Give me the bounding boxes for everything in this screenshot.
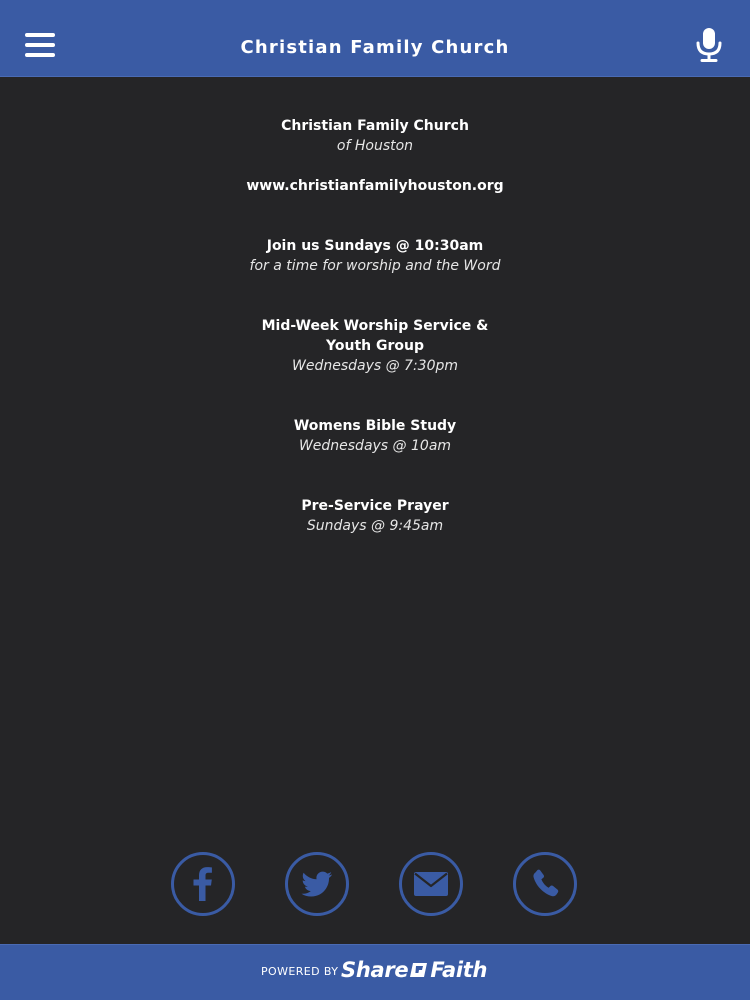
- website-block[interactable]: www.christianfamilyhouston.org: [0, 176, 750, 196]
- event-title-line2: Youth Group: [326, 338, 424, 354]
- event-midweek-service: Mid-Week Worship Service & Youth Group W…: [0, 316, 750, 376]
- microphone-icon[interactable]: [693, 26, 725, 64]
- event-womens-bible-study: Womens Bible Study Wednesdays @ 10am: [0, 416, 750, 456]
- church-info: Christian Family Church of Houston www.c…: [0, 116, 750, 536]
- top-bar: Christian Family Church: [0, 0, 750, 77]
- event-title: Womens Bible Study: [293, 418, 457, 434]
- flag-icon: [410, 962, 428, 977]
- twitter-icon[interactable]: [285, 852, 349, 916]
- phone-icon[interactable]: [513, 852, 577, 916]
- social-links: [0, 852, 750, 922]
- email-icon[interactable]: [399, 852, 463, 916]
- powered-by-label: POWERED BY: [261, 965, 339, 978]
- event-sunday-service: Join us Sundays @ 10:30am for a time for…: [0, 236, 750, 276]
- header-title: Christian Family Church: [240, 37, 510, 58]
- brand-part2: Faith: [430, 958, 488, 982]
- website-link[interactable]: www.christianfamilyhouston.org: [0, 176, 750, 196]
- event-title: Pre-Service Prayer: [301, 498, 449, 514]
- church-location: of Houston: [336, 138, 414, 154]
- facebook-icon[interactable]: [171, 852, 235, 916]
- sharefaith-logo[interactable]: Share Faith: [341, 957, 487, 983]
- app-screen: Christian Family Church Christian Family…: [0, 0, 750, 1000]
- brand-part1: Share: [341, 958, 409, 982]
- event-subtitle: Wednesdays @ 10am: [298, 438, 452, 454]
- event-pre-service-prayer: Pre-Service Prayer Sundays @ 9:45am: [0, 496, 750, 536]
- hamburger-menu-icon[interactable]: [20, 28, 60, 62]
- event-subtitle: Sundays @ 9:45am: [306, 518, 444, 534]
- footer-bar: POWERED BY Share Faith: [0, 944, 750, 1000]
- event-subtitle: Wednesdays @ 7:30pm: [291, 358, 459, 374]
- church-name-block: Christian Family Church of Houston: [0, 116, 750, 156]
- church-name: Christian Family Church: [281, 118, 469, 134]
- event-title: Mid-Week Worship Service &: [261, 318, 489, 334]
- event-subtitle: for a time for worship and the Word: [249, 258, 501, 274]
- event-title: Join us Sundays @ 10:30am: [266, 238, 484, 254]
